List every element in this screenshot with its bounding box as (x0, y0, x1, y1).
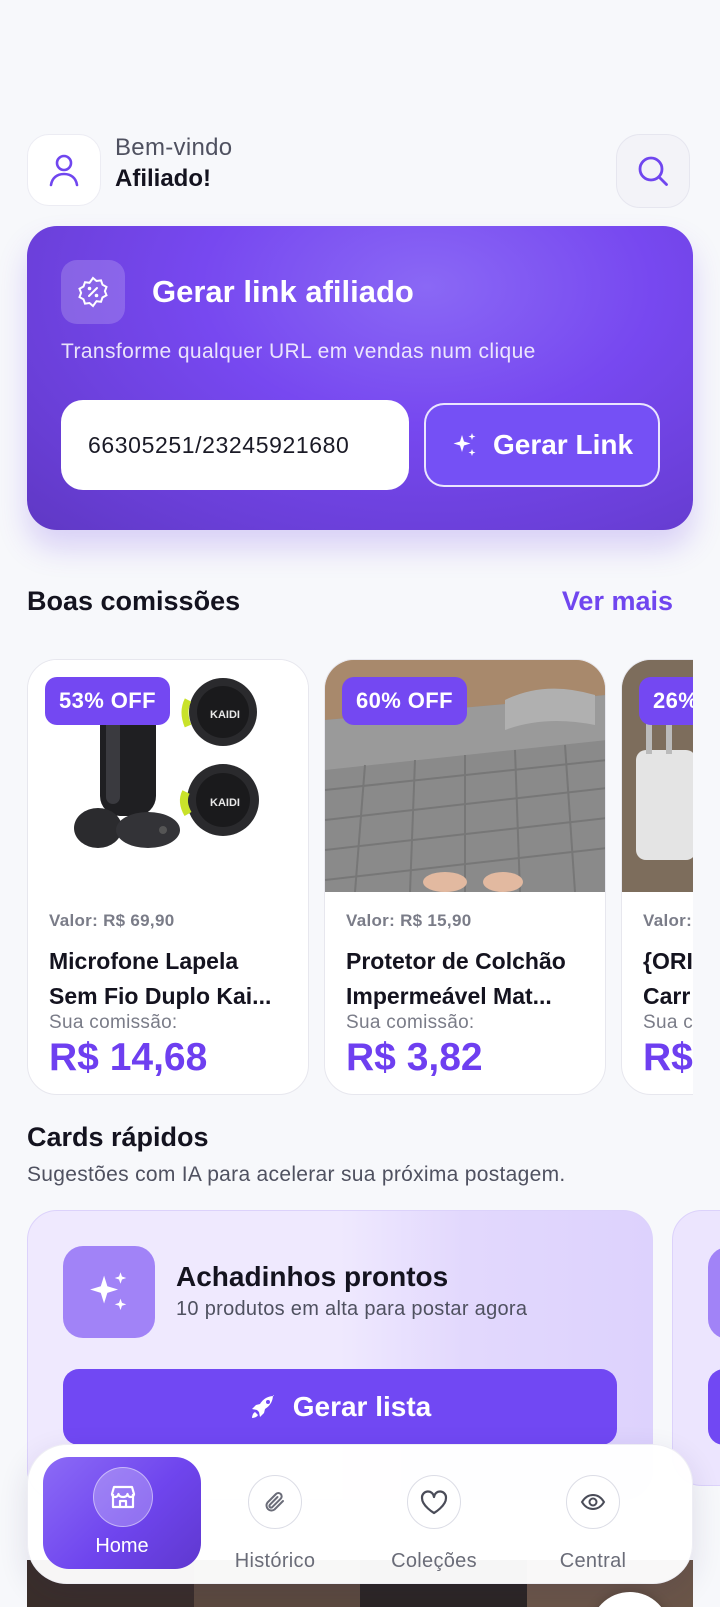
eye-icon (566, 1475, 620, 1529)
sparkles-icon (453, 433, 476, 456)
quick-card-next-button (708, 1369, 720, 1445)
product-name-line1: Microfone Lapela (49, 948, 239, 974)
commission-value: R$ 14,68 (49, 1036, 208, 1079)
profile-button[interactable] (27, 134, 101, 206)
nav-item-home[interactable]: Home (43, 1457, 201, 1569)
hero-subtitle: Transforme qualquer URL em vendas num cl… (61, 340, 536, 363)
product-price: Valor: R$ 69,90 (49, 911, 175, 930)
rocket-icon (251, 1395, 274, 1418)
svg-text:KAIDI: KAIDI (210, 797, 240, 809)
svg-text:KAIDI: KAIDI (210, 709, 240, 721)
product-name-line2: Carr (643, 983, 691, 1009)
quick-card-title: Achadinhos prontos (176, 1261, 449, 1292)
welcome-block: Bem-vindo Afiliado! (115, 134, 232, 193)
url-input[interactable] (61, 400, 409, 490)
header: Bem-vindo Afiliado! (27, 134, 693, 208)
greeting-text: Bem-vindo (115, 134, 233, 161)
quick-card-subtitle: 10 produtos em alta para postar agora (176, 1298, 528, 1320)
user-name: Afiliado! (115, 165, 211, 192)
generate-link-button[interactable]: Gerar Link (424, 403, 660, 487)
hero-title: Gerar link afiliado (152, 274, 414, 309)
bottom-nav: Home Histórico Coleções Central (27, 1444, 693, 1584)
commission-value: R$ 3,82 (346, 1036, 483, 1079)
discount-badge-icon (61, 260, 125, 324)
nav-item-central[interactable]: Central (514, 1445, 672, 1585)
quick-cards-subtitle: Sugestões com IA para acelerar sua próxi… (27, 1163, 566, 1186)
heart-icon (407, 1475, 461, 1529)
paperclip-icon (248, 1475, 302, 1529)
nav-label-central: Central (559, 1550, 627, 1572)
nav-item-collections[interactable]: Coleções (355, 1445, 513, 1585)
nav-item-history[interactable]: Histórico (196, 1445, 354, 1585)
commission-value: R$ (643, 1036, 693, 1079)
product-carousel[interactable]: KAIDI KAIDI 53% OFF Valor: R$ 69,90 Micr… (27, 659, 693, 1097)
product-name: Microfone Lapela Sem Fio Duplo Kai... (49, 944, 294, 1014)
sparkles-icon (63, 1246, 155, 1338)
commission-label: Sua c (643, 1012, 693, 1033)
product-name-line1: {ORI (643, 948, 693, 974)
product-price: Valor: R$ 15,90 (346, 911, 472, 930)
generate-list-label: Gerar lista (292, 1391, 432, 1422)
generate-link-label: Gerar Link (492, 429, 634, 460)
quick-card-next-icon (708, 1247, 720, 1339)
product-card[interactable]: KAIDI KAIDI 53% OFF Valor: R$ 69,90 Micr… (27, 659, 309, 1095)
nav-label-home: Home (95, 1535, 149, 1557)
commissions-title: Boas comissões (27, 586, 241, 616)
generate-list-button[interactable]: Gerar lista (63, 1369, 617, 1445)
store-icon (93, 1467, 153, 1527)
product-card[interactable]: 26% Valor: {ORI Carr Sua c R$ (621, 659, 693, 1095)
discount-badge: 26% (639, 677, 693, 725)
product-card[interactable]: 60% OFF Valor: R$ 15,90 Protetor de Colc… (324, 659, 606, 1095)
discount-badge: 60% OFF (342, 677, 467, 725)
search-button[interactable] (616, 134, 690, 208)
discount-badge: 53% OFF (45, 677, 170, 725)
quick-card-next[interactable] (672, 1210, 720, 1486)
affiliate-link-card: Gerar link afiliado Transforme qualquer … (27, 226, 693, 530)
product-name-line1: Protetor de Colchão (346, 948, 566, 974)
product-name-line2: Sem Fio Duplo Kai... (49, 983, 272, 1009)
see-more-link[interactable]: Ver mais (562, 586, 673, 617)
product-name: {ORI Carr (643, 944, 693, 1014)
user-icon (49, 154, 79, 187)
product-name-line2: Impermeável Mat... (346, 983, 552, 1009)
quick-cards-title: Cards rápidos (27, 1122, 209, 1152)
search-icon (638, 156, 668, 186)
nav-label-collections: Coleções (391, 1550, 477, 1572)
commission-label: Sua comissão: (49, 1012, 178, 1033)
commission-label: Sua comissão: (346, 1012, 475, 1033)
product-price: Valor: (643, 911, 693, 930)
nav-label-history: Histórico (234, 1550, 316, 1572)
product-name: Protetor de Colchão Impermeável Mat... (346, 944, 591, 1014)
